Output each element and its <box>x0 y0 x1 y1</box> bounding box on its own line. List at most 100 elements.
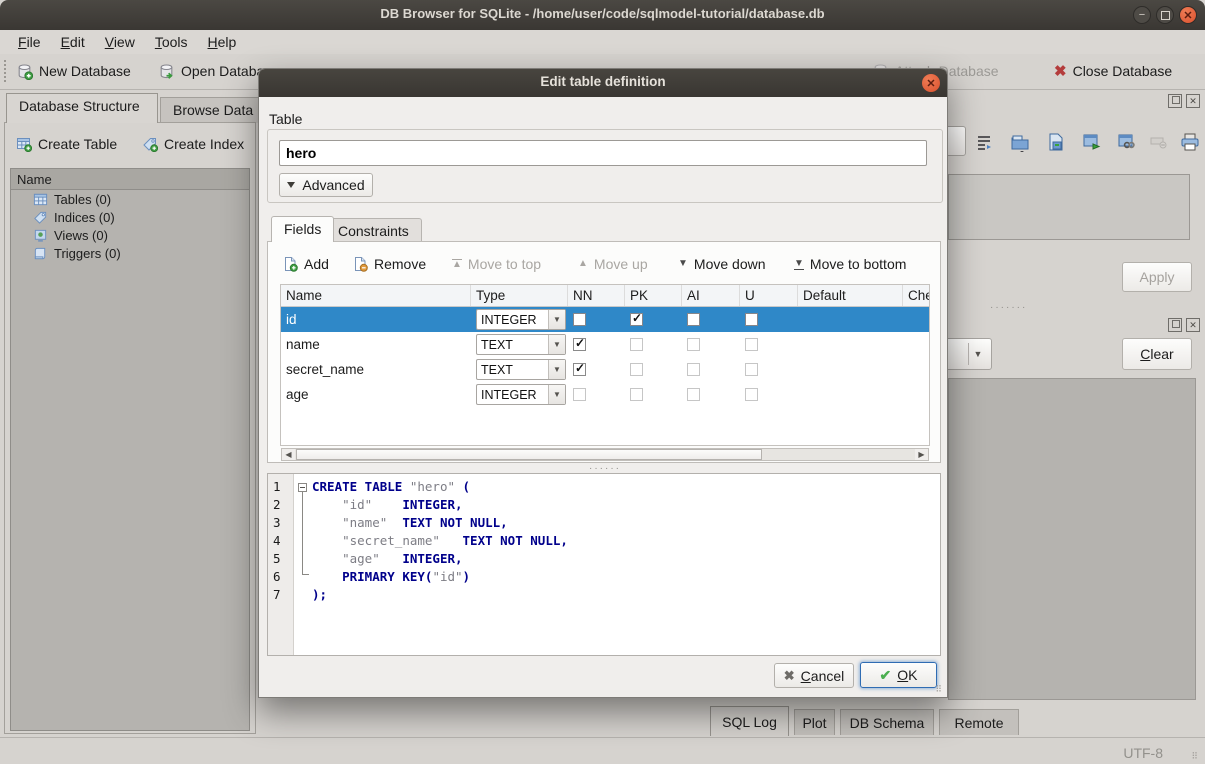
close-button[interactable]: ✕ <box>1179 6 1197 24</box>
scroll-right-icon[interactable]: ▶ <box>915 449 928 460</box>
tab-database-structure[interactable]: Database Structure <box>6 93 158 123</box>
create-index-button[interactable]: Create Index <box>142 132 244 156</box>
ai-checkbox[interactable] <box>687 313 700 326</box>
clear-log-button[interactable]: Clear <box>1122 338 1192 370</box>
column-header-pk[interactable]: PK <box>625 285 682 306</box>
column-header-check[interactable]: Check <box>903 285 930 306</box>
dialog-titlebar[interactable]: Edit table definition ✕ <box>259 69 947 97</box>
link-icon[interactable] <box>1115 130 1139 154</box>
tree-item-tables[interactable]: Tables (0) <box>11 190 249 208</box>
float-dock-icon[interactable] <box>1168 94 1182 108</box>
fields-grid: Name Type NN PK AI U Default Check id IN… <box>280 284 930 446</box>
field-row-id[interactable]: id INTEGER▼ <box>281 307 929 332</box>
dialog-resize-grip[interactable]: ⠿ <box>935 684 943 695</box>
field-name-cell[interactable]: name <box>281 337 471 352</box>
ai-checkbox[interactable] <box>687 338 700 351</box>
column-header-type[interactable]: Type <box>471 285 568 306</box>
nn-checkbox[interactable] <box>573 313 586 326</box>
remove-field-button[interactable]: Remove <box>352 252 426 276</box>
type-combo[interactable]: INTEGER▼ <box>476 309 566 330</box>
nn-checkbox[interactable] <box>573 363 586 376</box>
sql-log-area[interactable] <box>948 378 1196 700</box>
tree-header-name[interactable]: Name <box>11 169 249 190</box>
close-database-button[interactable]: ✖ Close Database <box>1054 59 1172 83</box>
menu-tools[interactable]: Tools <box>145 32 198 52</box>
tab-remote[interactable]: Remote <box>939 709 1019 735</box>
minimize-button[interactable]: − <box>1133 6 1151 24</box>
import-icon[interactable] <box>1008 130 1032 154</box>
tree-item-views[interactable]: Views (0) <box>11 226 249 244</box>
field-row-name[interactable]: name TEXT▼ <box>281 332 929 357</box>
u-checkbox[interactable] <box>745 313 758 326</box>
cancel-icon: ✖ <box>784 668 795 684</box>
field-name-cell[interactable]: age <box>281 387 471 402</box>
nn-checkbox[interactable] <box>573 388 586 401</box>
new-database-button[interactable]: New Database <box>16 59 131 83</box>
save-icon[interactable] <box>1044 130 1068 154</box>
u-checkbox[interactable] <box>745 388 758 401</box>
type-combo[interactable]: TEXT▼ <box>476 334 566 355</box>
tab-sql-log[interactable]: SQL Log <box>710 706 789 736</box>
tree-item-triggers[interactable]: Triggers (0) <box>11 244 249 262</box>
pk-checkbox[interactable] <box>630 313 643 326</box>
column-header-name[interactable]: Name <box>281 285 471 306</box>
ok-button[interactable]: ✔ OK <box>860 662 937 688</box>
dialog-close-button[interactable]: ✕ <box>922 74 940 92</box>
pk-checkbox[interactable] <box>630 338 643 351</box>
scrollbar-thumb[interactable] <box>296 449 762 460</box>
pk-checkbox[interactable] <box>630 363 643 376</box>
maximize-button[interactable] <box>1156 6 1174 24</box>
move-to-bottom-button[interactable]: ▼ Move to bottom <box>794 252 906 276</box>
column-header-default[interactable]: Default <box>798 285 903 306</box>
field-row-secret-name[interactable]: secret_name TEXT▼ <box>281 357 929 382</box>
indices-icon <box>33 210 48 225</box>
toolbar-handle[interactable] <box>4 60 6 82</box>
type-value: TEXT <box>477 338 548 352</box>
field-row-age[interactable]: age INTEGER▼ <box>281 382 929 407</box>
field-name-cell[interactable]: secret_name <box>281 362 471 377</box>
views-icon <box>33 228 48 243</box>
u-checkbox[interactable] <box>745 363 758 376</box>
field-name-cell[interactable]: id <box>281 312 471 327</box>
ai-checkbox[interactable] <box>687 363 700 376</box>
type-combo[interactable]: TEXT▼ <box>476 359 566 380</box>
column-header-ai[interactable]: AI <box>682 285 740 306</box>
tab-fields[interactable]: Fields <box>271 216 334 242</box>
type-combo[interactable]: INTEGER▼ <box>476 384 566 405</box>
menu-file[interactable]: File <box>8 32 51 52</box>
menu-edit[interactable]: Edit <box>51 32 95 52</box>
create-table-button[interactable]: Create Table <box>16 132 117 156</box>
tab-plot[interactable]: Plot <box>794 709 835 735</box>
cell-editor-area[interactable] <box>948 174 1190 240</box>
dock-splitter[interactable]: ······· <box>990 302 1027 313</box>
chevron-down-icon <box>287 182 295 188</box>
tab-constraints[interactable]: Constraints <box>325 218 422 242</box>
move-down-button[interactable]: ▼ Move down <box>678 252 766 276</box>
column-header-u[interactable]: U <box>740 285 798 306</box>
float-dock-icon[interactable] <box>1168 318 1182 332</box>
export-icon[interactable] <box>1080 130 1104 154</box>
cancel-button[interactable]: ✖ Cancel <box>774 663 854 688</box>
word-wrap-icon[interactable] <box>972 130 996 154</box>
create-table-label: Create Table <box>38 136 117 152</box>
print-icon[interactable] <box>1178 130 1202 154</box>
column-header-nn[interactable]: NN <box>568 285 625 306</box>
u-checkbox[interactable] <box>745 338 758 351</box>
menu-help[interactable]: Help <box>198 32 247 52</box>
table-name-input[interactable] <box>279 140 927 166</box>
fields-grid-hscrollbar[interactable]: ◀ ▶ <box>281 448 929 461</box>
menu-bar: File Edit View Tools Help <box>0 30 1205 54</box>
close-dock-icon[interactable]: ✕ <box>1186 94 1200 108</box>
add-field-button[interactable]: Add <box>282 252 329 276</box>
ai-checkbox[interactable] <box>687 388 700 401</box>
menu-view[interactable]: View <box>95 32 145 52</box>
scroll-left-icon[interactable]: ◀ <box>282 449 295 460</box>
advanced-toggle-button[interactable]: Advanced <box>279 173 373 197</box>
close-dock-icon[interactable]: ✕ <box>1186 318 1200 332</box>
tab-db-schema[interactable]: DB Schema <box>840 709 934 735</box>
tree-item-indices[interactable]: Indices (0) <box>11 208 249 226</box>
pk-checkbox[interactable] <box>630 388 643 401</box>
nn-checkbox[interactable] <box>573 338 586 351</box>
fold-marker-icon[interactable] <box>298 483 307 492</box>
resize-grip[interactable]: ⠿ <box>1191 751 1199 762</box>
